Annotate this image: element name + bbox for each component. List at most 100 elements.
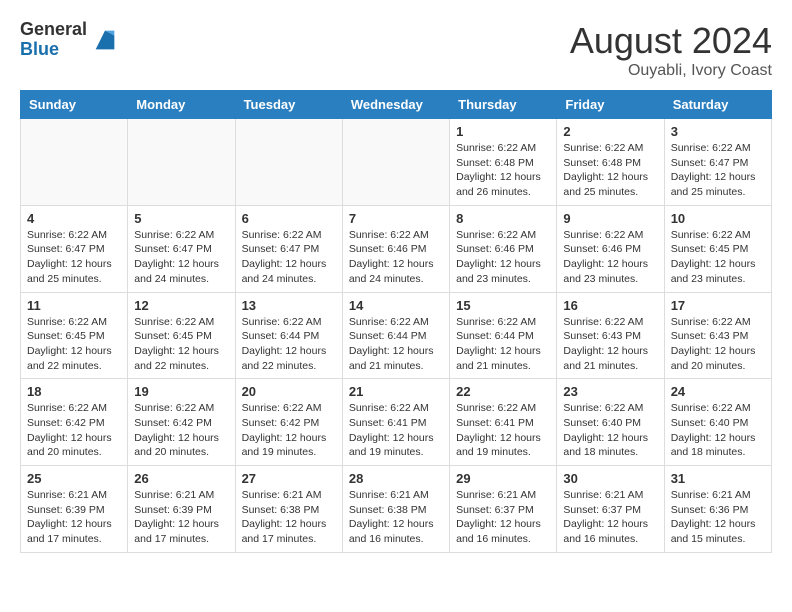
day-info: Sunrise: 6:22 AM Sunset: 6:46 PM Dayligh… <box>563 228 657 287</box>
column-header-friday: Friday <box>557 91 664 119</box>
calendar-cell <box>128 119 235 206</box>
day-number: 28 <box>349 471 443 486</box>
day-info: Sunrise: 6:22 AM Sunset: 6:48 PM Dayligh… <box>456 141 550 200</box>
day-number: 29 <box>456 471 550 486</box>
column-header-monday: Monday <box>128 91 235 119</box>
column-header-sunday: Sunday <box>21 91 128 119</box>
week-row-5: 25 Sunrise: 6:21 AM Sunset: 6:39 PM Dayli… <box>21 466 772 553</box>
week-row-4: 18 Sunrise: 6:22 AM Sunset: 6:42 PM Dayli… <box>21 379 772 466</box>
calendar-cell: 12 Sunrise: 6:22 AM Sunset: 6:45 PM Dayli… <box>128 292 235 379</box>
calendar-cell: 24 Sunrise: 6:22 AM Sunset: 6:40 PM Dayli… <box>664 379 771 466</box>
day-number: 13 <box>242 298 336 313</box>
calendar-cell: 10 Sunrise: 6:22 AM Sunset: 6:45 PM Dayli… <box>664 205 771 292</box>
day-info: Sunrise: 6:22 AM Sunset: 6:41 PM Dayligh… <box>349 401 443 460</box>
day-number: 23 <box>563 384 657 399</box>
day-number: 24 <box>671 384 765 399</box>
calendar-cell: 5 Sunrise: 6:22 AM Sunset: 6:47 PM Daylig… <box>128 205 235 292</box>
day-number: 16 <box>563 298 657 313</box>
day-info: Sunrise: 6:22 AM Sunset: 6:47 PM Dayligh… <box>671 141 765 200</box>
day-info: Sunrise: 6:21 AM Sunset: 6:37 PM Dayligh… <box>563 488 657 547</box>
week-row-3: 11 Sunrise: 6:22 AM Sunset: 6:45 PM Dayli… <box>21 292 772 379</box>
calendar-cell: 11 Sunrise: 6:22 AM Sunset: 6:45 PM Dayli… <box>21 292 128 379</box>
calendar-cell: 23Sunrise: 6:22 AM Sunset: 6:40 PM Dayli… <box>557 379 664 466</box>
calendar-cell: 9Sunrise: 6:22 AM Sunset: 6:46 PM Daylig… <box>557 205 664 292</box>
calendar-cell: 27 Sunrise: 6:21 AM Sunset: 6:38 PM Dayli… <box>235 466 342 553</box>
calendar-cell: 15 Sunrise: 6:22 AM Sunset: 6:44 PM Dayli… <box>450 292 557 379</box>
day-number: 25 <box>27 471 121 486</box>
day-number: 11 <box>27 298 121 313</box>
day-info: Sunrise: 6:22 AM Sunset: 6:47 PM Dayligh… <box>242 228 336 287</box>
day-info: Sunrise: 6:22 AM Sunset: 6:45 PM Dayligh… <box>134 315 228 374</box>
day-number: 12 <box>134 298 228 313</box>
day-info: Sunrise: 6:22 AM Sunset: 6:46 PM Dayligh… <box>349 228 443 287</box>
calendar-cell: 8Sunrise: 6:22 AM Sunset: 6:46 PM Daylig… <box>450 205 557 292</box>
location-subtitle: Ouyabli, Ivory Coast <box>570 62 772 80</box>
day-number: 19 <box>134 384 228 399</box>
day-info: Sunrise: 6:22 AM Sunset: 6:44 PM Dayligh… <box>242 315 336 374</box>
logo-icon <box>91 26 119 54</box>
day-number: 31 <box>671 471 765 486</box>
day-number: 26 <box>134 471 228 486</box>
day-info: Sunrise: 6:22 AM Sunset: 6:41 PM Dayligh… <box>456 401 550 460</box>
calendar-cell <box>21 119 128 206</box>
week-row-2: 4Sunrise: 6:22 AM Sunset: 6:47 PM Daylig… <box>21 205 772 292</box>
logo-blue-text: Blue <box>20 40 87 60</box>
logo: General Blue <box>20 20 119 60</box>
calendar-cell: 6 Sunrise: 6:22 AM Sunset: 6:47 PM Daylig… <box>235 205 342 292</box>
calendar-cell: 2Sunrise: 6:22 AM Sunset: 6:48 PM Daylig… <box>557 119 664 206</box>
day-number: 1 <box>456 124 550 139</box>
calendar-cell: 31 Sunrise: 6:21 AM Sunset: 6:36 PM Dayli… <box>664 466 771 553</box>
calendar-cell: 19Sunrise: 6:22 AM Sunset: 6:42 PM Dayli… <box>128 379 235 466</box>
day-info: Sunrise: 6:22 AM Sunset: 6:40 PM Dayligh… <box>671 401 765 460</box>
calendar-cell: 17Sunrise: 6:22 AM Sunset: 6:43 PM Dayli… <box>664 292 771 379</box>
day-info: Sunrise: 6:22 AM Sunset: 6:43 PM Dayligh… <box>671 315 765 374</box>
calendar-cell: 22 Sunrise: 6:22 AM Sunset: 6:41 PM Dayli… <box>450 379 557 466</box>
calendar-cell: 18 Sunrise: 6:22 AM Sunset: 6:42 PM Dayli… <box>21 379 128 466</box>
day-info: Sunrise: 6:22 AM Sunset: 6:44 PM Dayligh… <box>456 315 550 374</box>
day-info: Sunrise: 6:22 AM Sunset: 6:42 PM Dayligh… <box>27 401 121 460</box>
month-year-title: August 2024 <box>570 20 772 62</box>
calendar-table: SundayMondayTuesdayWednesdayThursdayFrid… <box>20 90 772 553</box>
calendar-cell: 14Sunrise: 6:22 AM Sunset: 6:44 PM Dayli… <box>342 292 449 379</box>
day-number: 10 <box>671 211 765 226</box>
day-info: Sunrise: 6:21 AM Sunset: 6:38 PM Dayligh… <box>242 488 336 547</box>
day-info: Sunrise: 6:22 AM Sunset: 6:45 PM Dayligh… <box>27 315 121 374</box>
day-info: Sunrise: 6:21 AM Sunset: 6:36 PM Dayligh… <box>671 488 765 547</box>
calendar-cell: 16Sunrise: 6:22 AM Sunset: 6:43 PM Dayli… <box>557 292 664 379</box>
day-info: Sunrise: 6:22 AM Sunset: 6:45 PM Dayligh… <box>671 228 765 287</box>
day-number: 27 <box>242 471 336 486</box>
calendar-cell: 3 Sunrise: 6:22 AM Sunset: 6:47 PM Daylig… <box>664 119 771 206</box>
day-info: Sunrise: 6:21 AM Sunset: 6:39 PM Dayligh… <box>27 488 121 547</box>
column-header-wednesday: Wednesday <box>342 91 449 119</box>
day-info: Sunrise: 6:22 AM Sunset: 6:47 PM Dayligh… <box>134 228 228 287</box>
calendar-cell: 30 Sunrise: 6:21 AM Sunset: 6:37 PM Dayli… <box>557 466 664 553</box>
title-block: August 2024 Ouyabli, Ivory Coast <box>570 20 772 80</box>
calendar-cell: 7 Sunrise: 6:22 AM Sunset: 6:46 PM Daylig… <box>342 205 449 292</box>
day-number: 7 <box>349 211 443 226</box>
day-number: 6 <box>242 211 336 226</box>
day-info: Sunrise: 6:22 AM Sunset: 6:46 PM Dayligh… <box>456 228 550 287</box>
logo-general-text: General <box>20 20 87 40</box>
day-info: Sunrise: 6:21 AM Sunset: 6:38 PM Dayligh… <box>349 488 443 547</box>
day-info: Sunrise: 6:21 AM Sunset: 6:39 PM Dayligh… <box>134 488 228 547</box>
week-row-1: 1 Sunrise: 6:22 AM Sunset: 6:48 PM Daylig… <box>21 119 772 206</box>
day-number: 18 <box>27 384 121 399</box>
day-number: 20 <box>242 384 336 399</box>
page-header: General Blue August 2024 Ouyabli, Ivory … <box>20 20 772 80</box>
calendar-cell <box>235 119 342 206</box>
day-info: Sunrise: 6:22 AM Sunset: 6:44 PM Dayligh… <box>349 315 443 374</box>
calendar-cell: 1 Sunrise: 6:22 AM Sunset: 6:48 PM Daylig… <box>450 119 557 206</box>
column-header-tuesday: Tuesday <box>235 91 342 119</box>
day-number: 3 <box>671 124 765 139</box>
day-number: 5 <box>134 211 228 226</box>
day-number: 22 <box>456 384 550 399</box>
day-number: 30 <box>563 471 657 486</box>
calendar-cell: 29Sunrise: 6:21 AM Sunset: 6:37 PM Dayli… <box>450 466 557 553</box>
calendar-cell: 25 Sunrise: 6:21 AM Sunset: 6:39 PM Dayli… <box>21 466 128 553</box>
column-header-thursday: Thursday <box>450 91 557 119</box>
calendar-cell: 4Sunrise: 6:22 AM Sunset: 6:47 PM Daylig… <box>21 205 128 292</box>
calendar-cell: 26 Sunrise: 6:21 AM Sunset: 6:39 PM Dayli… <box>128 466 235 553</box>
day-number: 2 <box>563 124 657 139</box>
calendar-cell <box>342 119 449 206</box>
day-number: 15 <box>456 298 550 313</box>
